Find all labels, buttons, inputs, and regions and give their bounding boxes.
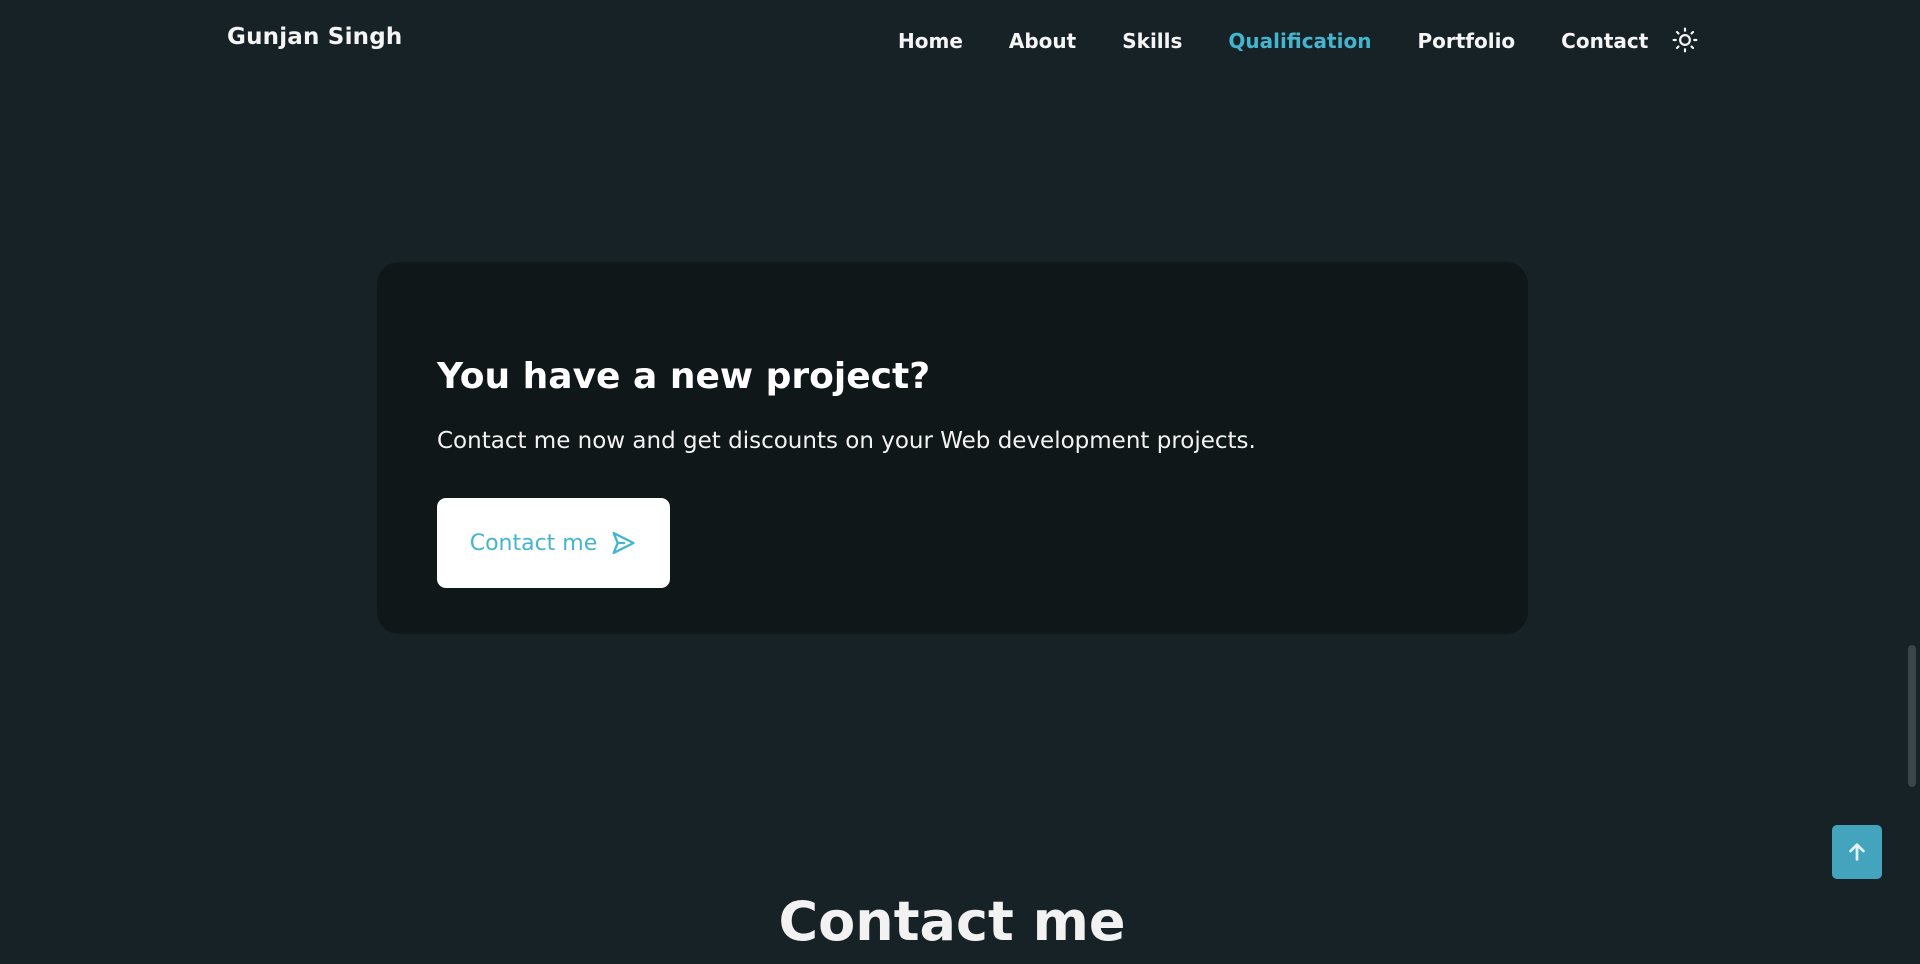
theme-toggle-button[interactable]	[1670, 25, 1700, 55]
nav-item-portfolio[interactable]: Portfolio	[1417, 29, 1515, 53]
logo[interactable]: Gunjan Singh	[227, 24, 402, 50]
main-nav: Home About Skills Qualification Portfoli…	[898, 27, 1700, 55]
page-scrollbar[interactable]	[1904, 0, 1920, 964]
site-header: Gunjan Singh Home About Skills Qualifica…	[0, 0, 1904, 82]
nav-item-qualification[interactable]: Qualification	[1228, 29, 1371, 53]
nav-item-home[interactable]: Home	[898, 29, 963, 53]
send-icon	[609, 529, 637, 557]
project-card: You have a new project? Contact me now a…	[377, 262, 1528, 634]
nav-item-contact[interactable]: Contact	[1561, 29, 1648, 53]
project-description: Contact me now and get discounts on your…	[437, 428, 1256, 454]
contact-me-button-label: Contact me	[469, 530, 598, 556]
scrollbar-thumb[interactable]	[1908, 645, 1916, 787]
nav-item-about[interactable]: About	[1009, 29, 1076, 53]
project-title: You have a new project?	[437, 356, 931, 397]
sun-icon	[1672, 27, 1698, 53]
scroll-up-button[interactable]	[1832, 825, 1882, 879]
page: Gunjan Singh Home About Skills Qualifica…	[0, 0, 1920, 964]
arrow-up-icon	[1849, 843, 1865, 861]
nav-item-skills[interactable]: Skills	[1122, 29, 1182, 53]
contact-me-button[interactable]: Contact me	[437, 498, 670, 588]
contact-section-title: Contact me	[778, 890, 1126, 953]
